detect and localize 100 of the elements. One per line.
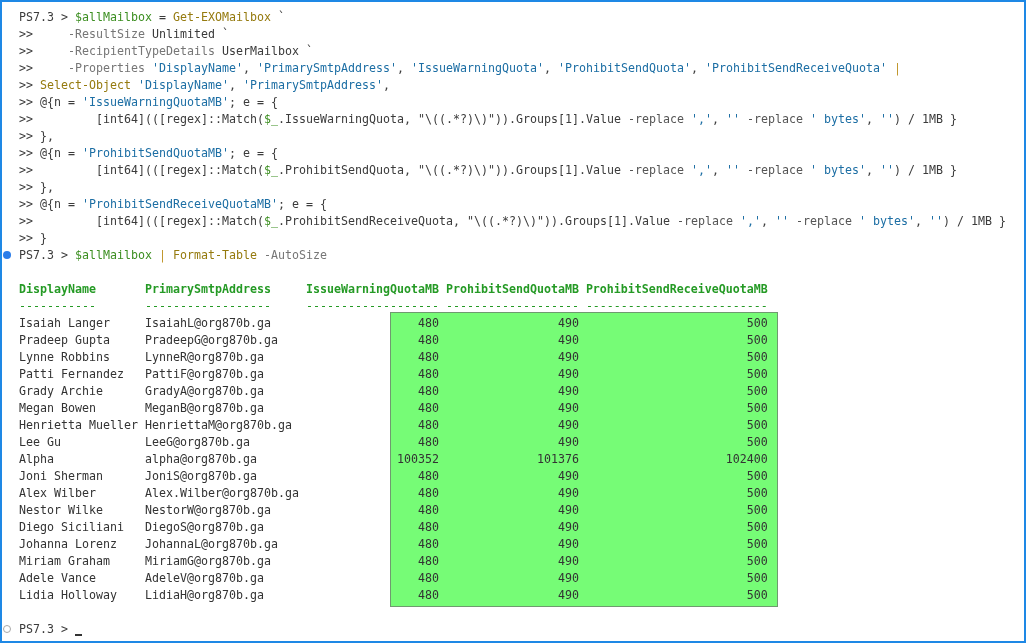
- table-cell: JohannaL@org870b.ga: [144, 536, 278, 551]
- table-cell: 500: [746, 349, 768, 364]
- table-cell: Alex Wilber: [19, 485, 96, 500]
- prompt-text: PS7.3 >: [19, 246, 68, 264]
- prompt-text: >>: [19, 25, 33, 43]
- column-header: ProhibitSendReceiveQuotaMB: [585, 281, 768, 296]
- table-cell: Henrietta Mueller: [19, 417, 138, 432]
- table-cell: 102400: [725, 451, 768, 466]
- table-cell: 500: [746, 417, 768, 432]
- table-cell: 490: [557, 502, 579, 517]
- table-cell: Patti Fernandez: [19, 366, 124, 381]
- table-cell: 480: [417, 553, 439, 568]
- table-cell: Lidia Holloway: [19, 587, 117, 602]
- table-cell: PradeepG@org870b.ga: [144, 332, 278, 347]
- table-cell: 490: [557, 519, 579, 534]
- table-cell: 500: [746, 536, 768, 551]
- code-line: $allMailbox | Format-Table -AutoSize: [75, 246, 327, 264]
- prompt-text: >>: [19, 212, 33, 230]
- table-cell: 500: [746, 570, 768, 585]
- table-cell: Adele Vance: [19, 570, 96, 585]
- table-cell: 500: [746, 519, 768, 534]
- table-cell: NestorW@org870b.ga: [144, 502, 271, 517]
- table-cell: 490: [557, 349, 579, 364]
- table-cell: 480: [417, 332, 439, 347]
- table-cell: 490: [557, 536, 579, 551]
- table-cell: 480: [417, 587, 439, 602]
- table-cell: MeganB@org870b.ga: [144, 400, 264, 415]
- table-cell: Johanna Lorenz: [19, 536, 117, 551]
- table-cell: Grady Archie: [19, 383, 103, 398]
- table-cell: 490: [557, 366, 579, 381]
- table-cell: LynneR@org870b.ga: [144, 349, 264, 364]
- table-cell: 480: [417, 519, 439, 534]
- table-cell: 480: [417, 417, 439, 432]
- table-cell: 490: [557, 417, 579, 432]
- table-cell: 480: [417, 536, 439, 551]
- prompt-text: >>: [19, 161, 33, 179]
- column-header: ProhibitSendQuotaMB: [445, 281, 579, 296]
- table-cell: DiegoS@org870b.ga: [144, 519, 264, 534]
- table-cell: 500: [746, 332, 768, 347]
- table-cell: 480: [417, 468, 439, 483]
- code-line: -Properties 'DisplayName', 'PrimarySmtpAddress', 'IssueWarningQuota', 'ProhibitSendQuota', 'ProhibitSendReceiveQuota' |: [67, 59, 901, 77]
- code-line: [int64](([regex]::Match($_.ProhibitSendQuota, "\((.*?)\)")).Groups[1].Value -replace ',', '' -replace ' bytes', '') / 1MB }: [95, 161, 957, 179]
- code-line: [int64](([regex]::Match($_.IssueWarningQuota, "\((.*?)\)")).Groups[1].Value -replace ',', '' -replace ' bytes', '') / 1MB }: [95, 110, 957, 128]
- table-cell: 480: [417, 570, 439, 585]
- code-line: $allMailbox = Get-EXOMailbox `: [75, 8, 285, 26]
- prompt-text: PS7.3 >: [19, 620, 68, 638]
- table-cell: 500: [746, 400, 768, 415]
- table-cell: PattiF@org870b.ga: [144, 366, 264, 381]
- table-cell: IsaiahL@org870b.ga: [144, 315, 271, 330]
- code-line: }: [40, 229, 47, 247]
- prompt-text: >>: [19, 93, 33, 111]
- table-cell: AdeleV@org870b.ga: [144, 570, 264, 585]
- table-cell: 480: [417, 383, 439, 398]
- prompt-text: PS7.3 >: [19, 8, 68, 26]
- prompt-text: >>: [19, 110, 33, 128]
- table-cell: 490: [557, 400, 579, 415]
- prompt-text: >>: [19, 127, 33, 145]
- table-cell: alpha@org870b.ga: [144, 451, 257, 466]
- table-cell: 490: [557, 570, 579, 585]
- table-cell: GradyA@org870b.ga: [144, 383, 264, 398]
- column-header: PrimarySmtpAddress: [144, 281, 271, 296]
- table-cell: 480: [417, 349, 439, 364]
- table-cell: 490: [557, 485, 579, 500]
- table-cell: Megan Bowen: [19, 400, 96, 415]
- column-header: IssueWarningQuotaMB: [305, 281, 439, 296]
- column-header: DisplayName: [19, 281, 96, 296]
- table-cell: HenriettaM@org870b.ga: [144, 417, 292, 432]
- table-cell: 500: [746, 468, 768, 483]
- table-cell: 480: [417, 434, 439, 449]
- column-rule: --------------------------: [585, 298, 768, 313]
- prompt-text: >>: [19, 59, 33, 77]
- table-cell: Alex.Wilber@org870b.ga: [144, 485, 299, 500]
- table-cell: 500: [746, 587, 768, 602]
- table-cell: 490: [557, 553, 579, 568]
- table-cell: 490: [557, 434, 579, 449]
- code-line: Select-Object 'DisplayName', 'PrimarySmtpAddress',: [40, 76, 390, 94]
- table-cell: LeeG@org870b.ga: [144, 434, 250, 449]
- table-cell: LidiaH@org870b.ga: [144, 587, 264, 602]
- table-cell: Diego Siciliani: [19, 519, 124, 534]
- prompt-text: >>: [19, 144, 33, 162]
- table-cell: Lee Gu: [19, 434, 61, 449]
- prompt-text: >>: [19, 178, 33, 196]
- table-cell: 500: [746, 553, 768, 568]
- table-cell: 490: [557, 587, 579, 602]
- column-rule: -------------------: [445, 298, 579, 313]
- prompt-text: >>: [19, 195, 33, 213]
- table-cell: 480: [417, 400, 439, 415]
- table-cell: 480: [417, 485, 439, 500]
- code-line: -RecipientTypeDetails UserMailbox `: [67, 42, 313, 60]
- code-line: @{n = 'ProhibitSendQuotaMB'; e = {: [40, 144, 278, 162]
- table-cell: Isaiah Langer: [19, 315, 110, 330]
- prompt-text: >>: [19, 229, 33, 247]
- code-line: [int64](([regex]::Match($_.ProhibitSendReceiveQuota, "\((.*?)\)")).Groups[1].Value -replace ',', '' -replace ' bytes', '') / 1MB }: [95, 212, 1006, 230]
- table-cell: 480: [417, 502, 439, 517]
- code-line: },: [40, 178, 54, 196]
- table-cell: 490: [557, 332, 579, 347]
- column-rule: ------------------: [144, 298, 271, 313]
- table-cell: MiriamG@org870b.ga: [144, 553, 271, 568]
- code-line: -ResultSize Unlimited `: [67, 25, 229, 43]
- table-cell: 480: [417, 366, 439, 381]
